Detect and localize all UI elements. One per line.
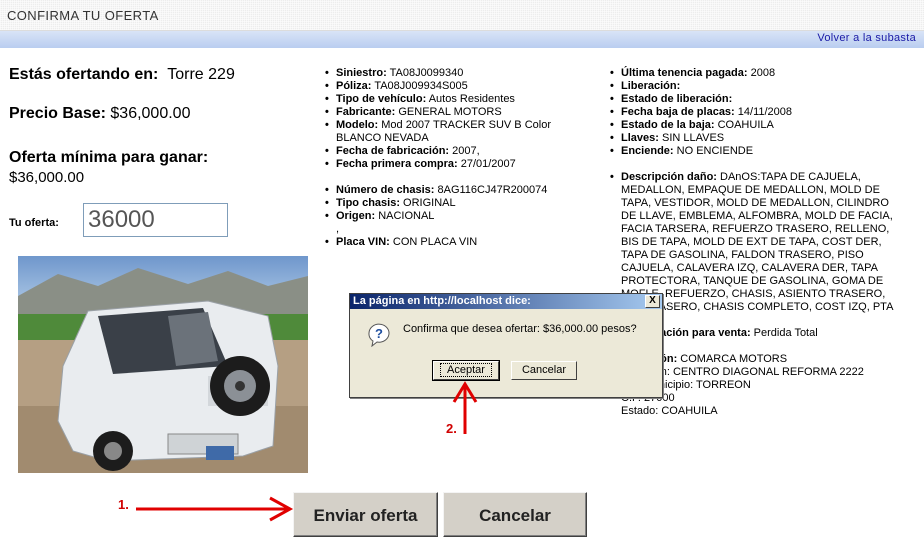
detail-tipo-vehiculo: Tipo de vehículo: Autos Residentes <box>322 93 592 106</box>
min-offer-label: Oferta mínima para ganar: <box>9 149 209 166</box>
page-title: CONFIRMA TU OFERTA <box>7 8 159 23</box>
arrow-up-icon <box>452 381 478 434</box>
svg-text:?: ? <box>375 326 383 341</box>
detail-modelo: Modelo: Mod 2007 TRACKER SUV B Color BLA… <box>322 119 592 145</box>
detail-fecha-baja: Fecha baja de placas: 14/11/2008 <box>607 106 905 119</box>
detail-tipo-chasis: Tipo chasis: ORIGINAL <box>322 197 592 210</box>
detail-estado: Estado: COAHUILA <box>621 405 718 417</box>
dialog-accept-button[interactable]: Aceptar <box>432 360 500 381</box>
detail-fecha-compra: Fecha primera compra: 27/01/2007 <box>322 158 592 171</box>
dialog-cancel-button[interactable]: Cancelar <box>511 361 577 380</box>
page-title-bar: CONFIRMA TU OFERTA <box>0 0 924 31</box>
send-offer-button[interactable]: Enviar oferta <box>293 492 438 537</box>
base-price-value: $36,000.00 <box>110 105 191 122</box>
nav-bar: Volver a la subasta <box>0 31 924 48</box>
detail-fabricante: Fabricante: GENERAL MOTORS <box>322 106 592 119</box>
dialog-title-bar: La página en http://localhost dice: X <box>350 294 662 309</box>
dialog-title: La página en http://localhost dice: <box>353 295 531 307</box>
detail-comma: , <box>336 223 340 235</box>
offer-lot-heading: Estás ofertando en: Torre 229 <box>9 66 235 84</box>
offer-lot-value: Torre 229 <box>167 66 235 83</box>
back-to-auction-link[interactable]: Volver a la subasta <box>817 32 916 44</box>
base-price-heading: Precio Base: $36,000.00 <box>9 105 190 123</box>
vehicle-photo <box>18 256 308 473</box>
question-icon: ? <box>366 321 392 352</box>
step-1-label: 1. <box>118 497 129 512</box>
dialog-accept-label: Aceptar <box>440 363 492 377</box>
arrow-right-icon <box>136 496 294 522</box>
your-offer-input[interactable] <box>83 203 228 237</box>
detail-siniestro: Siniestro: TA08J0099340 <box>322 67 592 80</box>
confirm-dialog: La página en http://localhost dice: X ? … <box>349 293 663 398</box>
detail-enciende: Enciende: NO ENCIENDE <box>607 145 905 158</box>
detail-estado-liberacion: Estado de liberación: <box>607 93 905 106</box>
your-offer-label: Tu oferta: <box>9 217 59 229</box>
detail-liberacion: Liberación: <box>607 80 905 93</box>
close-icon[interactable]: X <box>645 295 660 308</box>
detail-numero-chasis: Número de chasis: 8AG116CJ47R200074 <box>322 184 592 197</box>
detail-poliza: Póliza: TA08J009934S005 <box>322 80 592 93</box>
detail-placa-vin: Placa VIN: CON PLACA VIN <box>322 236 592 249</box>
detail-spacer <box>607 158 905 171</box>
cancel-button[interactable]: Cancelar <box>443 492 587 537</box>
vehicle-details-list-1: Siniestro: TA08J0099340 Póliza: TA08J009… <box>322 67 592 249</box>
detail-ultima-tenencia: Última tenencia pagada: 2008 <box>607 67 905 80</box>
min-offer-value: $36,000.00 <box>9 169 85 186</box>
dialog-message: Confirma que desea ofertar: $36,000.00 p… <box>403 323 637 335</box>
offer-lot-label: Estás ofertando en: <box>9 66 159 83</box>
detail-estado-baja: Estado de la baja: COAHUILA <box>607 119 905 132</box>
detail-spacer <box>322 171 592 184</box>
detail-origen: Origen: NACIONAL <box>322 210 592 223</box>
detail-llaves: Llaves: SIN LLAVES <box>607 132 905 145</box>
detail-fecha-fabricacion: Fecha de fabricación: 2007, <box>322 145 592 158</box>
base-price-label: Precio Base: <box>9 105 106 122</box>
